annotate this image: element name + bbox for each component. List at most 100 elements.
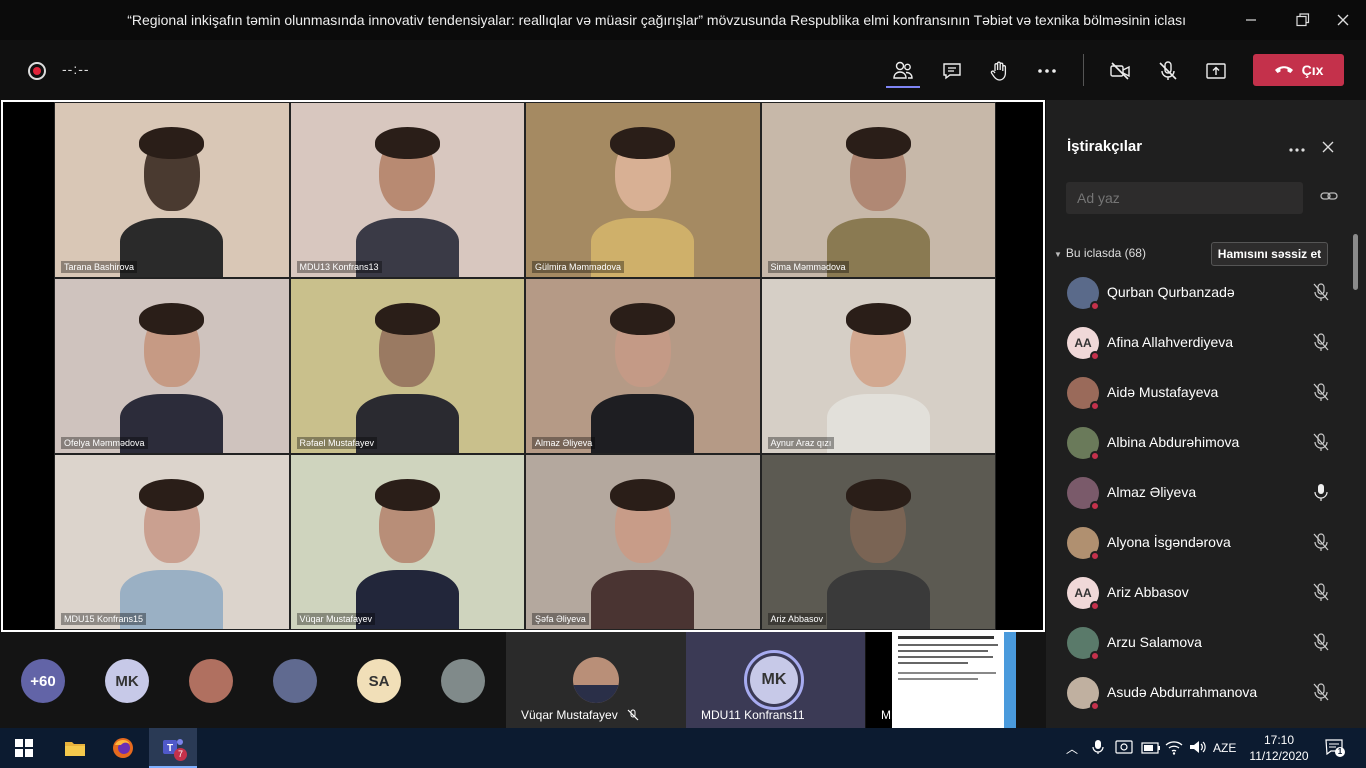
mic-toggle-button[interactable]: [1151, 54, 1185, 88]
video-tile-name: MDU13 Konfrans13: [296, 261, 382, 273]
presence-busy-icon: [1090, 601, 1100, 611]
video-tile[interactable]: Tarana Bashirova: [54, 102, 290, 278]
video-tile[interactable]: Almaz Əliyeva: [525, 278, 761, 454]
in-meeting-section-toggle[interactable]: ▼ Bu iclasda (68): [1054, 246, 1146, 260]
panel-scrollbar[interactable]: [1353, 234, 1358, 290]
minimize-icon: [1246, 19, 1256, 21]
wifi-icon[interactable]: [1165, 739, 1183, 760]
participant-row[interactable]: Asudə Abdurrahmanova: [1046, 668, 1346, 718]
participant-video-hair: [610, 479, 676, 511]
participant-row[interactable]: Almaz Əliyeva: [1046, 468, 1346, 518]
mic-off-icon[interactable]: [1312, 532, 1330, 557]
file-explorer-button[interactable]: [51, 728, 99, 768]
speaker-name-2: MDU11 Konfrans11: [701, 708, 805, 722]
mic-on-icon[interactable]: [1312, 482, 1330, 507]
mute-all-button[interactable]: Hamısını səssiz et: [1211, 242, 1328, 266]
action-center-button[interactable]: 1: [1325, 739, 1345, 760]
participant-row[interactable]: AA Afina Allahverdiyeva: [1046, 318, 1346, 368]
more-icon: [1038, 69, 1056, 73]
participant-search-input[interactable]: [1066, 182, 1303, 214]
participant-row[interactable]: Aidə Mustafayeva: [1046, 368, 1346, 418]
mic-off-icon[interactable]: [1312, 582, 1330, 607]
video-tile-name: Aynur Araz qızı: [767, 437, 835, 449]
strip-participant-avatar[interactable]: SA: [357, 659, 401, 703]
hand-icon: [990, 61, 1007, 81]
presence-busy-icon: [1090, 401, 1100, 411]
video-tile[interactable]: Şəfa Əliyeva: [525, 454, 761, 630]
leave-label: Çıx: [1301, 62, 1324, 78]
panel-title: İştirakçılar: [1067, 138, 1143, 155]
leave-button[interactable]: Çıx: [1253, 54, 1344, 86]
strip-participant-avatar[interactable]: [273, 659, 317, 703]
strip-participant-avatar[interactable]: MK: [105, 659, 149, 703]
video-tile[interactable]: Ofelya Məmmədova: [54, 278, 290, 454]
show-hidden-icons-button[interactable]: ︿: [1066, 740, 1078, 757]
mic-off-icon[interactable]: [1312, 382, 1330, 407]
input-language-indicator[interactable]: AZE: [1213, 741, 1236, 755]
strip-participant-avatar[interactable]: [189, 659, 233, 703]
video-tile[interactable]: Rəfael Mustafayev: [289, 278, 525, 454]
camera-toggle-button[interactable]: [1103, 54, 1137, 88]
participant-row[interactable]: Qurban Qurbanzadə: [1046, 268, 1346, 318]
battery-icon[interactable]: [1141, 741, 1161, 759]
chat-icon: [943, 63, 961, 80]
video-tile-name: MDU15 Konfrans15: [61, 613, 147, 625]
volume-icon[interactable]: [1189, 739, 1207, 760]
recording-icon: [28, 62, 46, 80]
video-tile[interactable]: MDU13 Konfrans13: [289, 102, 525, 278]
speaker-avatar-initials: MK: [750, 656, 798, 704]
panel-more-button[interactable]: [1288, 140, 1306, 158]
speaker-tile-2[interactable]: MK MDU11 Konfrans11: [686, 632, 865, 728]
video-tile[interactable]: Vüqar Mustafayev: [289, 454, 525, 630]
more-actions-button[interactable]: [1030, 54, 1064, 88]
participant-row[interactable]: Arzu Salamova: [1046, 618, 1346, 668]
participant-video-body: [826, 569, 930, 629]
mic-off-icon[interactable]: [1312, 632, 1330, 657]
video-tile[interactable]: MDU15 Konfrans15: [54, 454, 290, 630]
participant-video-hair: [845, 127, 911, 159]
clock-date: 11/12/2020: [1249, 749, 1309, 763]
participant-video-body: [591, 393, 695, 453]
panel-close-button[interactable]: [1322, 140, 1334, 158]
windows-taskbar: T 7 ︿ AZE 17:10 11/12/2020 1: [0, 728, 1366, 768]
participant-video-hair: [374, 127, 440, 159]
participant-row[interactable]: Albina Abdurəhimova: [1046, 418, 1346, 468]
firefox-button[interactable]: [99, 728, 147, 768]
svg-text:T: T: [167, 743, 173, 754]
shared-content-tile[interactable]: MDU11 Konfrans11: [866, 632, 1016, 728]
chat-button[interactable]: [935, 54, 969, 88]
mic-off-icon[interactable]: [1312, 432, 1330, 457]
participant-video-hair: [139, 479, 205, 511]
mic-off-icon[interactable]: [1312, 682, 1330, 707]
raise-hand-button[interactable]: [982, 54, 1016, 88]
video-tile-name: Gülmira Məmmədova: [532, 261, 625, 273]
system-clock[interactable]: 17:10 11/12/2020: [1249, 732, 1309, 764]
participant-name: Aidə Mustafayeva: [1107, 384, 1219, 400]
participant-name: Alyona İsgəndərova: [1107, 534, 1231, 550]
mic-off-icon[interactable]: [1312, 282, 1330, 307]
share-invite-button[interactable]: [1320, 189, 1338, 207]
update-tray-icon[interactable]: [1115, 739, 1133, 760]
video-tile[interactable]: Ariz Abbasov: [760, 454, 996, 630]
teams-notification-badge: 7: [174, 748, 187, 761]
participants-button[interactable]: [886, 54, 920, 88]
close-window-button[interactable]: [1320, 0, 1366, 40]
video-tile[interactable]: Aynur Araz qızı: [760, 278, 996, 454]
participant-row[interactable]: AA Ariz Abbasov: [1046, 568, 1346, 618]
video-tile[interactable]: Sima Məmmədova: [760, 102, 996, 278]
participant-strip: +60 MK SA Vüqar Mustafayev MK MDU11 Konfr…: [0, 632, 1046, 728]
more-icon: [1289, 148, 1305, 152]
speaker-tile-1[interactable]: Vüqar Mustafayev: [506, 632, 686, 728]
minimize-button[interactable]: [1228, 0, 1274, 40]
microphone-tray-icon[interactable]: [1092, 739, 1104, 760]
share-screen-button[interactable]: [1199, 54, 1233, 88]
title-bar: “Regional inkişafın təmin olunmasında in…: [0, 0, 1366, 40]
video-tile-name: Tarana Bashirova: [61, 261, 138, 273]
start-button[interactable]: [0, 728, 48, 768]
video-tile[interactable]: Gülmira Məmmədova: [525, 102, 761, 278]
teams-taskbar-button[interactable]: T 7: [149, 728, 197, 768]
participant-row[interactable]: Alyona İsgəndərova: [1046, 518, 1346, 568]
mic-off-icon[interactable]: [1312, 332, 1330, 357]
strip-participant-avatar[interactable]: [441, 659, 485, 703]
more-participants-badge[interactable]: +60: [21, 659, 65, 703]
